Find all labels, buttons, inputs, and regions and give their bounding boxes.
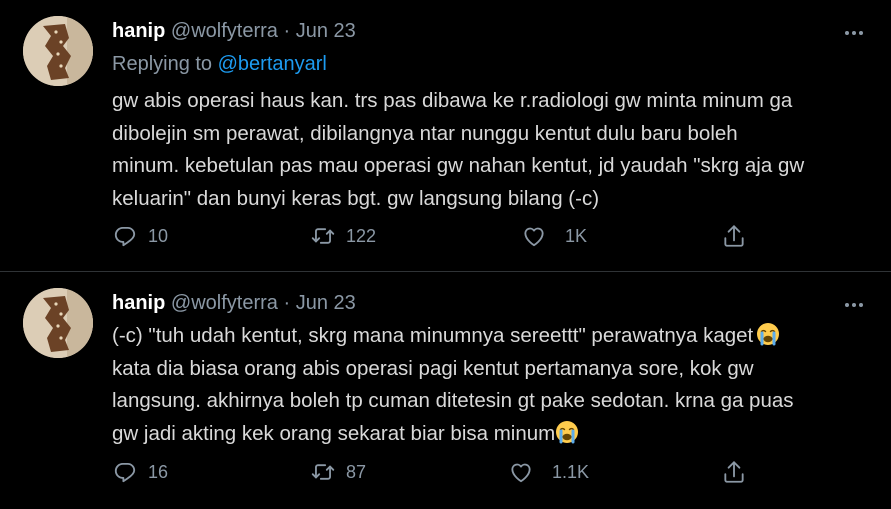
loudly-crying-face-emoji <box>756 322 780 346</box>
replying-to: Replying to @bertanyarl <box>112 53 327 76</box>
share-icon <box>721 459 747 485</box>
tweet-text-line: (-c) "tuh udah kentut, skrg mana minumny… <box>112 320 872 353</box>
like-button[interactable]: 1.1K <box>508 458 589 486</box>
tweet-text-line: keluarin" dan bunyi keras bgt. gw langsu… <box>112 186 600 210</box>
tweet-date[interactable]: Jun 23 <box>296 20 356 42</box>
like-count: 1.1K <box>552 461 590 482</box>
tweet-header: hanip @wolfyterra · Jun 23 <box>112 292 356 315</box>
retweet-count: 87 <box>346 461 367 482</box>
author-name[interactable]: hanip <box>112 20 165 42</box>
comment-icon <box>112 459 138 485</box>
tweet-text-line: gw jadi akting kek orang sekarat biar bi… <box>112 418 872 451</box>
heart-icon <box>521 223 547 249</box>
retweet-icon <box>310 459 336 485</box>
tweet-text-line: kata dia biasa orang abis operasi pagi k… <box>112 356 754 380</box>
tweet-2[interactable]: hanip @wolfyterra · Jun 23 (-c) "tuh uda… <box>0 272 891 509</box>
retweet-count: 122 <box>346 225 377 246</box>
more-dots-icon[interactable] <box>845 294 869 312</box>
author-handle[interactable]: @wolfyterra <box>171 292 278 314</box>
comment-icon <box>112 223 138 249</box>
tweet-actions: 16 87 1.1K <box>0 458 891 486</box>
tweet-text: gw abis operasi haus kan. trs pas dibawa… <box>112 85 872 215</box>
share-button[interactable] <box>721 458 747 486</box>
reply-button[interactable]: 10 <box>112 222 168 250</box>
reply-count: 16 <box>148 461 169 482</box>
retweet-button[interactable]: 122 <box>310 222 376 250</box>
tweet-actions: 10 122 1K <box>0 222 891 250</box>
tweet-text: (-c) "tuh udah kentut, skrg mana minumny… <box>112 320 872 450</box>
avatar-image <box>23 16 93 86</box>
replying-prefix: Replying to <box>112 53 213 75</box>
author-handle[interactable]: @wolfyterra <box>171 20 278 42</box>
tweet-text-line: dibolejin sm perawat, dibilangnya ntar n… <box>112 121 738 145</box>
share-icon <box>721 223 747 249</box>
avatar-image <box>23 288 93 358</box>
retweet-icon <box>310 223 336 249</box>
reply-button[interactable]: 16 <box>112 458 168 486</box>
avatar[interactable] <box>23 16 93 86</box>
tweet-header: hanip @wolfyterra · Jun 23 <box>112 20 356 43</box>
header-separator: · <box>283 20 291 42</box>
like-button[interactable]: 1K <box>521 222 587 250</box>
replying-mention-link[interactable]: @bertanyarl <box>218 53 327 75</box>
tweet-text-line: minum. kebetulan pas mau operasi gw naha… <box>112 154 805 177</box>
tweet-date[interactable]: Jun 23 <box>296 292 356 314</box>
tweet-text-segment: gw jadi akting kek orang sekarat biar bi… <box>112 421 556 445</box>
loudly-crying-face-emoji <box>555 420 579 444</box>
header-separator: · <box>283 292 291 314</box>
tweet-text-line: gw abis operasi haus kan. trs pas dibawa… <box>112 89 793 112</box>
tweet-1[interactable]: hanip @wolfyterra · Jun 23 Replying to @… <box>0 0 891 272</box>
author-name[interactable]: hanip <box>112 292 165 314</box>
tweet-text-segment: (-c) "tuh udah kentut, skrg mana minumny… <box>112 324 754 347</box>
avatar[interactable] <box>23 288 93 358</box>
retweet-button[interactable]: 87 <box>310 458 366 486</box>
share-button[interactable] <box>721 222 747 250</box>
tweet-text-line: langsung. akhirnya boleh tp cuman ditete… <box>112 389 794 412</box>
like-count: 1K <box>565 225 588 246</box>
reply-count: 10 <box>148 225 169 246</box>
heart-icon <box>508 459 534 485</box>
more-dots-icon[interactable] <box>845 22 869 40</box>
